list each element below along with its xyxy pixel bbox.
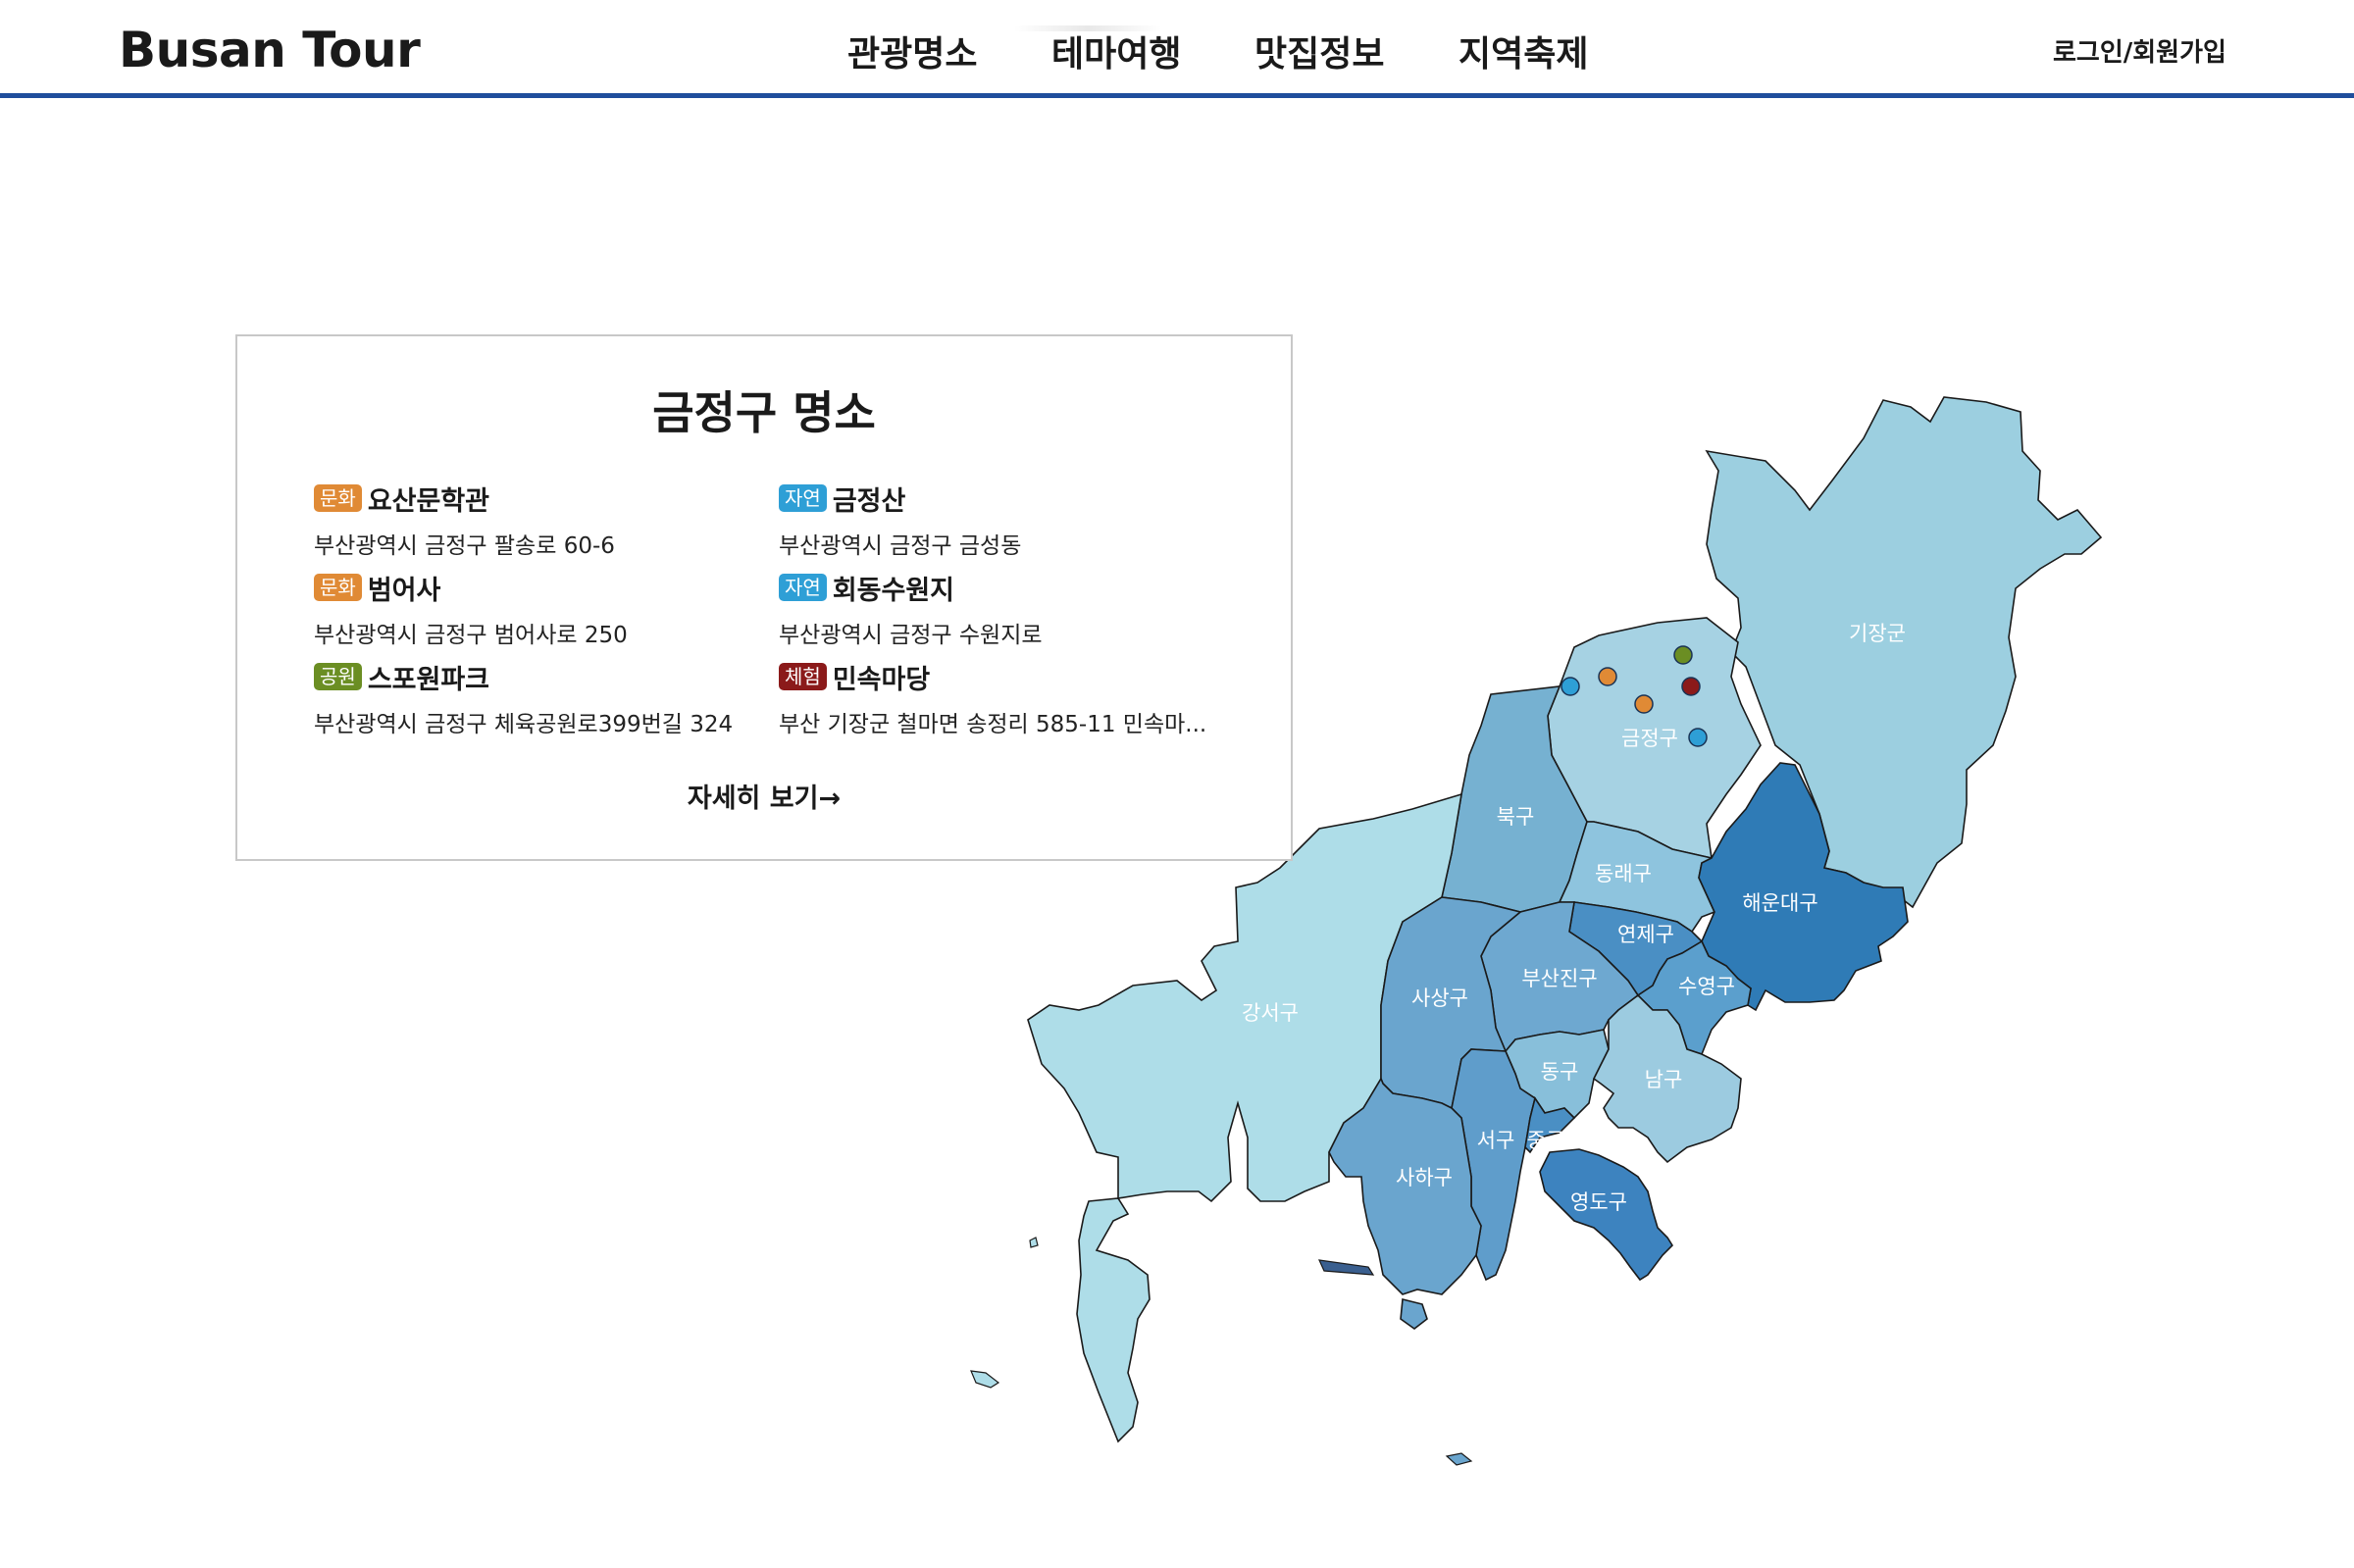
island-shape (970, 1370, 1000, 1389)
nav-item-attractions[interactable]: 관광명소 (847, 25, 977, 76)
place-name[interactable]: 범어사 (368, 569, 441, 607)
place-address: 부산광역시 금정구 범어사로 250 (314, 623, 628, 648)
nav-item-restaurants[interactable]: 맛집정보 (1254, 25, 1384, 76)
place-address: 부산광역시 금정구 체육공원로399번길 324 (314, 712, 734, 737)
district-info-panel: 금정구 명소 문화 요산문학관 부산광역시 금정구 팔송로 60-6 자연 금정… (235, 334, 1293, 861)
place-item[interactable]: 자연 회동수원지 부산광역시 금정구 수원지로 (779, 569, 1230, 649)
category-badge: 자연 (779, 484, 827, 512)
category-badge: 공원 (314, 663, 362, 690)
place-address: 부산 기장군 철마면 송정리 585-11 민속마... (779, 712, 1207, 737)
attraction-marker[interactable] (1681, 677, 1701, 696)
place-name[interactable]: 금정산 (833, 480, 906, 518)
site-header: Busan Tour 관광명소 테마여행 맛집정보 지역축제 로그인/회원가입 (0, 0, 2354, 98)
main-nav: 관광명소 테마여행 맛집정보 지역축제 (0, 25, 2354, 76)
place-address: 부산광역시 금정구 금성동 (779, 533, 1022, 559)
place-name[interactable]: 요산문학관 (368, 480, 489, 518)
login-signup-link[interactable]: 로그인/회원가입 (2053, 32, 2226, 69)
category-badge: 문화 (314, 484, 362, 512)
place-name[interactable]: 회동수원지 (833, 569, 954, 607)
attraction-marker[interactable] (1673, 645, 1693, 665)
place-name[interactable]: 스포원파크 (368, 658, 489, 696)
place-item[interactable]: 공원 스포원파크 부산광역시 금정구 체육공원로399번길 324 (314, 658, 765, 738)
nav-item-festivals[interactable]: 지역축제 (1458, 25, 1588, 76)
view-more-link[interactable]: 자세히 보기→ (237, 777, 1291, 815)
place-address: 부산광역시 금정구 수원지로 (779, 623, 1043, 648)
attraction-marker[interactable] (1634, 694, 1654, 714)
attraction-marker[interactable] (1688, 728, 1708, 747)
nav-item-theme-travel[interactable]: 테마여행 (1051, 25, 1181, 76)
district-yeongdo[interactable] (1539, 1148, 1674, 1282)
attraction-marker[interactable] (1561, 677, 1580, 696)
place-item[interactable]: 자연 금정산 부산광역시 금정구 금성동 (779, 480, 1230, 560)
panel-title: 금정구 명소 (652, 386, 876, 439)
category-badge: 자연 (779, 574, 827, 601)
island-shape (1029, 1237, 1039, 1248)
place-item[interactable]: 문화 요산문학관 부산광역시 금정구 팔송로 60-6 (314, 480, 765, 560)
place-item[interactable]: 체험 민속마당 부산 기장군 철마면 송정리 585-11 민속마... (779, 658, 1230, 738)
pier-shape (1318, 1259, 1375, 1276)
place-address: 부산광역시 금정구 팔송로 60-6 (314, 533, 615, 559)
place-name[interactable]: 민속마당 (833, 658, 930, 696)
category-badge: 체험 (779, 663, 827, 690)
category-badge: 문화 (314, 574, 362, 601)
district-saha[interactable] (1328, 1077, 1482, 1330)
attraction-marker[interactable] (1598, 667, 1617, 686)
island-shape (1445, 1452, 1473, 1466)
place-item[interactable]: 문화 범어사 부산광역시 금정구 범어사로 250 (314, 569, 765, 649)
